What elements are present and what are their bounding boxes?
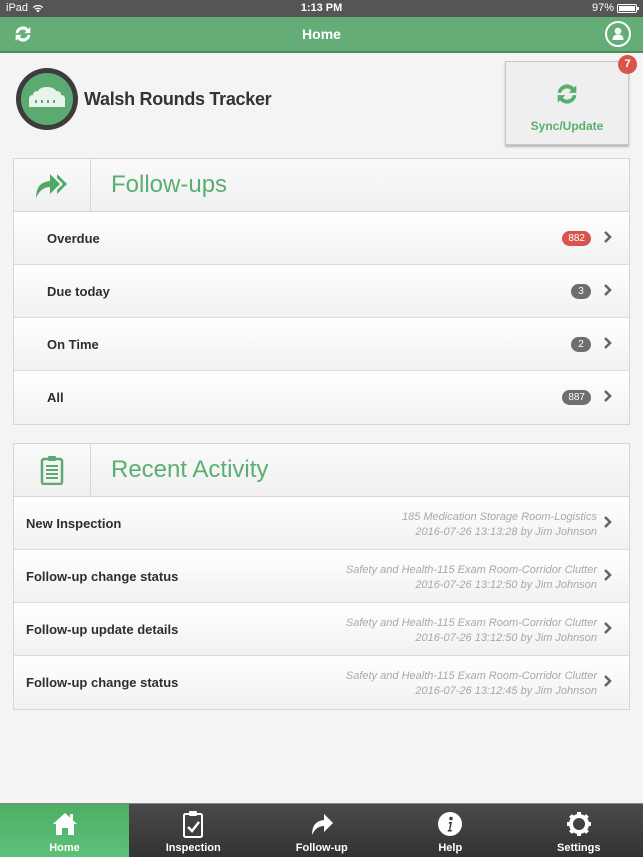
followup-row-all[interactable]: All 887 [14,371,629,424]
followup-row-on-time[interactable]: On Time 2 [14,318,629,371]
row-label: Overdue [47,231,100,246]
forward-arrow-icon [36,174,67,198]
tab-inspection[interactable]: Inspection [129,804,258,857]
activity-detail: 185 Medication Storage Room-Logistics [401,511,597,523]
activity-detail: Safety and Health-115 Exam Room-Corridor… [345,617,597,629]
home-icon [52,813,77,835]
row-label: All [47,390,64,405]
status-bar: iPad 1:13 PM 97% [0,0,643,17]
logo-emblem [16,68,78,130]
tab-label: Home [49,842,80,854]
page-title: Home [302,26,341,42]
activity-type: New Inspection [26,516,122,531]
count-badge: 882 [562,231,591,246]
share-arrow-icon [311,814,333,835]
tab-settings[interactable]: Settings [515,804,643,857]
activity-type: Follow-up change status [26,569,179,584]
chevron-right-icon [604,516,612,528]
profile-button[interactable] [605,21,631,47]
followup-row-due-today[interactable]: Due today 3 [14,265,629,318]
chevron-right-icon [604,231,612,243]
activity-timestamp: 2016-07-26 13:13:28 by Jim Johnson [415,526,597,538]
activity-header: Recent Activity [14,444,629,497]
row-label: Due today [47,284,110,299]
tab-home[interactable]: Home [0,804,129,857]
chevron-right-icon [604,675,612,687]
tab-label: Help [438,842,463,854]
brand-logo: Walsh Rounds Tracker [16,68,272,130]
activity-timestamp: 2016-07-26 13:12:50 by Jim Johnson [415,632,597,644]
battery-icon [617,3,639,13]
activity-timestamp: 2016-07-26 13:12:45 by Jim Johnson [415,685,597,697]
gear-icon [566,812,591,836]
followups-header: Follow-ups [14,159,629,212]
activity-timestamp: 2016-07-26 13:12:50 by Jim Johnson [415,579,597,591]
chevron-right-icon [604,284,612,296]
building-icon [29,87,65,107]
activity-type: Follow-up change status [26,675,179,690]
tab-label: Settings [557,842,601,854]
tab-label: Follow-up [295,842,348,854]
row-label: On Time [47,337,99,352]
sync-update-button[interactable]: Sync/Update [505,61,629,145]
clock: 1:13 PM [300,2,343,14]
activity-type: Follow-up update details [26,622,179,637]
nav-bar: Home [0,17,643,53]
count-badge: 3 [571,284,591,299]
activity-row[interactable]: New Inspection 185 Medication Storage Ro… [14,497,629,550]
sync-badge: 7 [618,55,637,74]
followups-title: Follow-ups [111,171,228,198]
followup-row-overdue[interactable]: Overdue 882 [14,212,629,265]
profile-icon [612,27,624,40]
activity-detail: Safety and Health-115 Exam Room-Corridor… [345,670,597,682]
chevron-right-icon [604,390,612,402]
tab-bar: Home Inspection Follow-up Help Settings [0,803,643,857]
count-badge: 2 [571,337,591,352]
clipboard-icon [40,456,64,485]
chevron-right-icon [604,622,612,634]
chevron-right-icon [604,569,612,581]
count-badge: 887 [562,390,591,405]
info-icon [438,812,463,836]
activity-row[interactable]: Follow-up update details Safety and Heal… [14,603,629,656]
battery-percent: 97% [591,2,614,14]
activity-row[interactable]: Follow-up change status Safety and Healt… [14,550,629,603]
tab-help[interactable]: Help [386,804,515,857]
clipboard-check-icon [183,811,204,838]
sync-label: Sync/Update [530,119,604,133]
followups-panel: Follow-ups Overdue 882 Due today 3 On Ti… [13,158,630,425]
app-name: Walsh Rounds Tracker [84,88,272,109]
recent-activity-panel: Recent Activity New Inspection 185 Medic… [13,443,630,710]
tab-label: Inspection [165,842,221,854]
activity-detail: Safety and Health-115 Exam Room-Corridor… [345,564,597,576]
sync-icon [557,84,577,104]
activity-row[interactable]: Follow-up change status Safety and Healt… [14,656,629,709]
tab-follow-up[interactable]: Follow-up [258,804,387,857]
activity-title: Recent Activity [111,456,269,483]
chevron-right-icon [604,337,612,349]
